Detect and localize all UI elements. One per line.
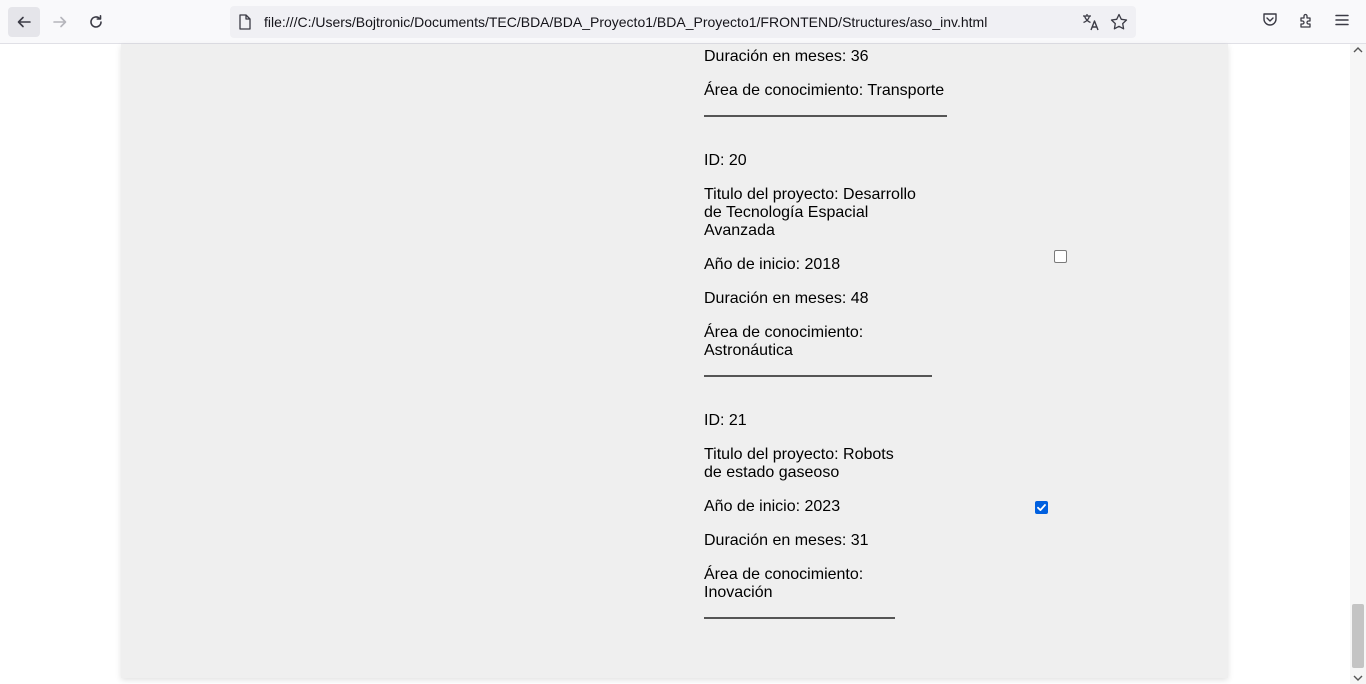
record-title-line: Titulo del proyecto: Desarrollo [704,186,916,203]
record-title-line: Titulo del proyecto: Robots [704,446,894,463]
back-button[interactable] [8,7,40,37]
checkmark-icon [1037,504,1046,511]
record-id: ID: 21 [704,412,747,429]
forward-arrow-icon [53,16,67,28]
page-viewport: Duración en meses: 36 Área de conocimien… [0,44,1366,684]
record-area-value: Inovación [704,584,773,601]
bookmark-star-icon[interactable] [1110,13,1128,31]
record-duration: Duración en meses: 36 [704,48,869,65]
record-id: ID: 20 [704,152,747,169]
record-area-value: Astronáutica [704,342,793,359]
record-year: Año de inicio: 2023 [704,498,841,515]
record-divider [704,375,932,377]
record-title-line: Avanzada [704,222,775,239]
url-text[interactable]: file:///C:/Users/Bojtronic/Documents/TEC… [264,6,987,38]
address-bar[interactable]: file:///C:/Users/Bojtronic/Documents/TEC… [230,6,1136,38]
scrollbar-thumb[interactable] [1352,604,1364,668]
record-title-line: de Tecnología Espacial [704,204,869,221]
vertical-scrollbar[interactable] [1350,44,1366,684]
record-duration: Duración en meses: 31 [704,532,869,549]
forward-button[interactable] [44,7,76,37]
scroll-down-arrow-icon[interactable] [1353,674,1363,682]
menu-icon[interactable] [1334,12,1350,28]
record-area: Área de conocimiento: Transporte [704,82,945,99]
record-duration: Duración en meses: 48 [704,290,869,307]
record-divider [704,617,895,619]
scroll-up-arrow-icon[interactable] [1353,46,1363,54]
pocket-icon[interactable] [1262,12,1278,28]
record-year: Año de inicio: 2018 [704,256,841,273]
extensions-icon[interactable] [1298,12,1314,28]
select-checkbox-record-20[interactable] [1054,250,1067,263]
reload-button[interactable] [80,7,112,37]
reload-icon [90,15,102,28]
browser-toolbar: file:///C:/Users/Bojtronic/Documents/TEC… [0,0,1366,44]
page-icon [239,14,251,30]
record-area-label: Área de conocimiento: [704,324,864,341]
record-area-label: Área de conocimiento: [704,566,864,583]
translate-icon[interactable] [1082,13,1100,31]
back-arrow-icon [17,16,31,28]
select-checkbox-record-21[interactable] [1035,501,1048,514]
content-panel [121,44,1228,678]
record-divider [704,115,947,117]
record-title-line: de estado gaseoso [704,464,840,481]
